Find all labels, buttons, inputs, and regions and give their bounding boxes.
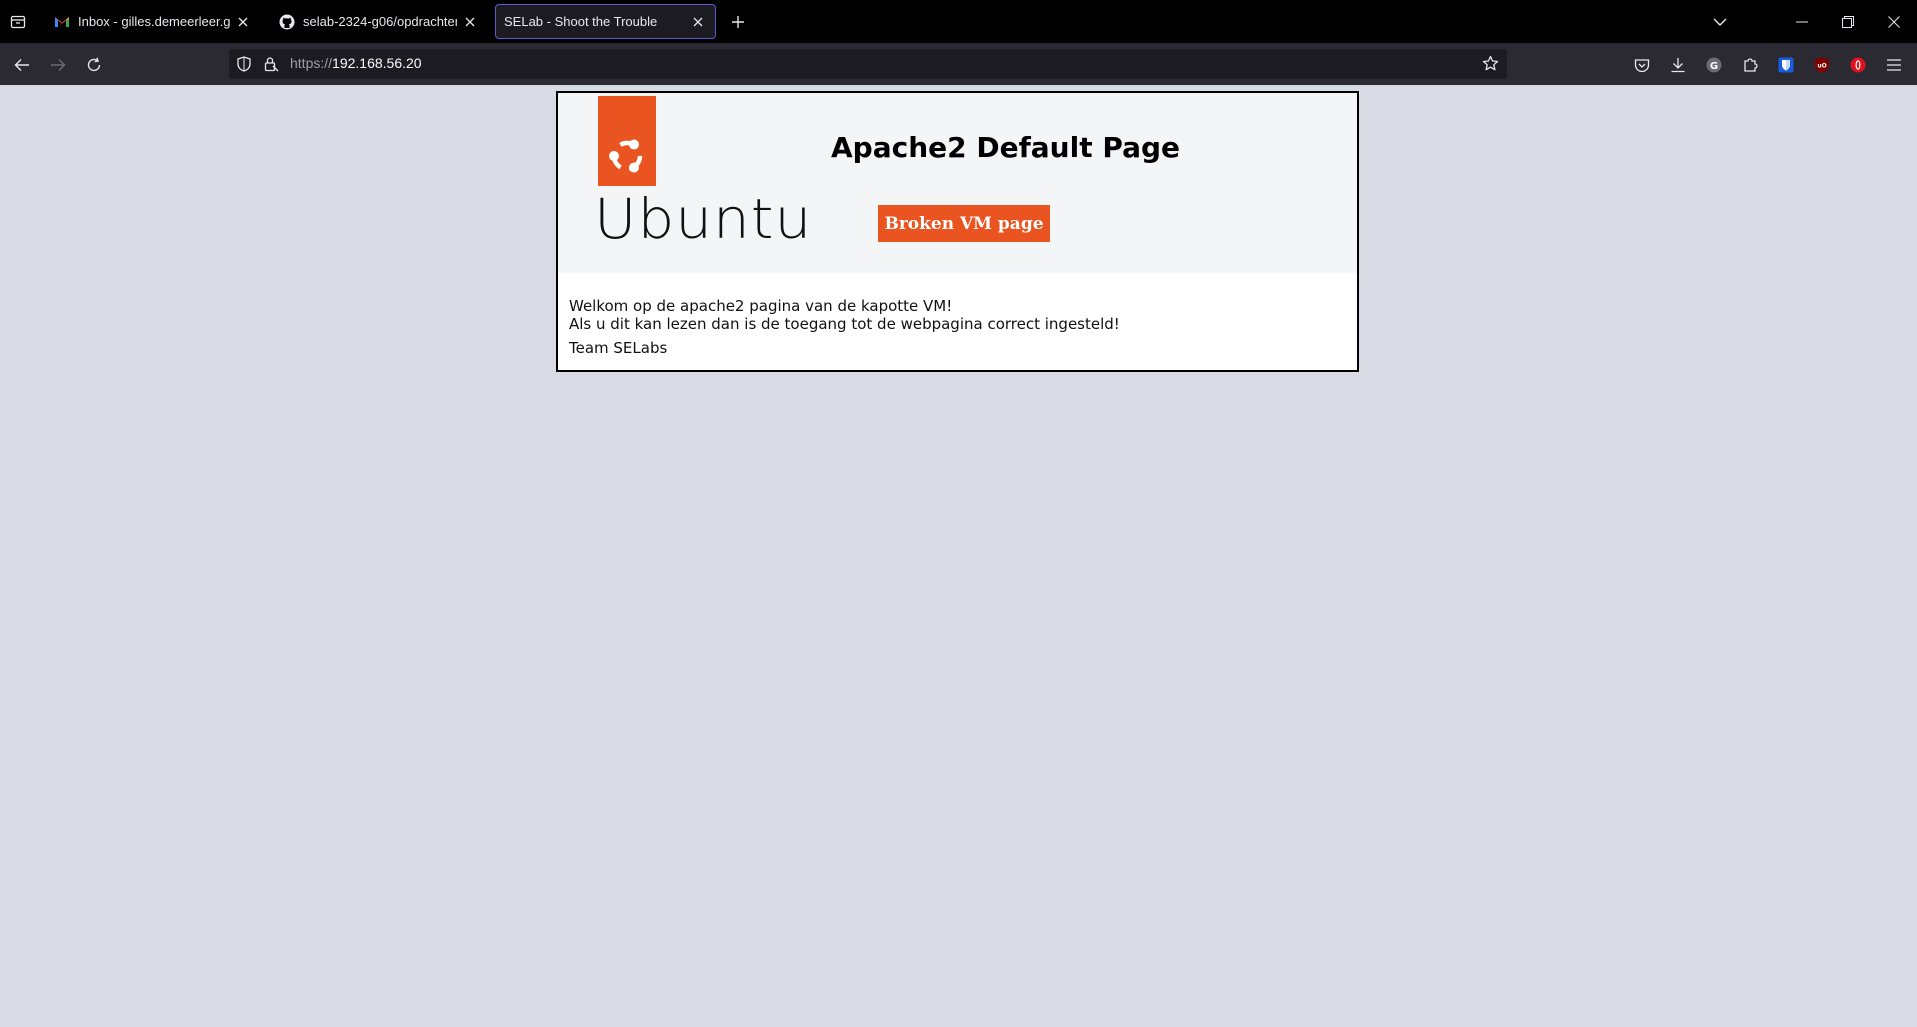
tab-gmail[interactable]: Inbox - gilles.demeerleer.gdm@: [46, 4, 260, 39]
close-tab-icon[interactable]: [461, 13, 479, 31]
tab-title: Inbox - gilles.demeerleer.gdm@: [78, 14, 230, 29]
minimize-icon: [1796, 21, 1808, 22]
close-icon: [1888, 15, 1900, 28]
shield-icon[interactable]: [237, 56, 251, 76]
url-host: 192.168.56.20: [332, 55, 422, 71]
tab-github[interactable]: selab-2324-g06/opdrachten/6-t: [271, 4, 487, 39]
grammarly-extension[interactable]: G: [1701, 52, 1727, 78]
firefox-view-icon: [10, 15, 26, 28]
url-bar[interactable]: https://192.168.56.20: [229, 49, 1507, 79]
grammarly-icon: G: [1706, 57, 1722, 73]
reload-button[interactable]: [81, 52, 107, 78]
github-icon: [279, 14, 295, 30]
access-text: Als u dit kan lezen dan is de toegang to…: [569, 315, 1120, 333]
tab-bar: Inbox - gilles.demeerleer.gdm@ selab-232…: [0, 0, 1917, 43]
arrow-left-icon: [14, 59, 29, 71]
plus-icon: [732, 16, 744, 28]
gmail-icon: [54, 14, 70, 30]
minimize-button[interactable]: [1780, 0, 1824, 43]
pocket-icon: [1634, 58, 1650, 72]
list-all-tabs-button[interactable]: [1698, 0, 1742, 43]
bitwarden-extension[interactable]: [1773, 52, 1799, 78]
downloads-button[interactable]: [1665, 52, 1691, 78]
firefox-view-button[interactable]: [0, 0, 36, 43]
extensions-button[interactable]: [1737, 52, 1763, 78]
new-tab-button[interactable]: [726, 10, 750, 34]
close-window-button[interactable]: [1872, 0, 1916, 43]
tab-selab-active[interactable]: SELab - Shoot the Trouble: [495, 4, 716, 39]
restore-icon: [1842, 15, 1854, 28]
forward-button[interactable]: [45, 52, 71, 78]
welcome-text: Welkom op de apache2 pagina van de kapot…: [569, 297, 953, 315]
ubuntu-logo-text: Ubuntu: [594, 186, 813, 252]
arrow-right-icon: [51, 59, 66, 71]
puzzle-icon: [1744, 58, 1758, 72]
back-button[interactable]: [9, 52, 35, 78]
url-text[interactable]: https://192.168.56.20: [290, 55, 422, 71]
download-icon: [1671, 58, 1685, 73]
main-page-box: Ubuntu Apache2 Default Page Broken VM pa…: [556, 91, 1359, 372]
bitwarden-icon: [1778, 57, 1794, 73]
close-tab-icon[interactable]: [234, 13, 252, 31]
page-content: Ubuntu Apache2 Default Page Broken VM pa…: [0, 85, 1917, 1027]
restore-button[interactable]: [1826, 0, 1870, 43]
broken-vm-page-button[interactable]: Broken VM page: [878, 205, 1050, 242]
opera-icon: [1850, 57, 1866, 73]
opera-extension[interactable]: [1845, 52, 1871, 78]
lock-icon[interactable]: [263, 56, 279, 76]
url-scheme: https://: [290, 55, 333, 71]
pocket-button[interactable]: [1629, 52, 1655, 78]
app-menu-button[interactable]: [1881, 52, 1907, 78]
tab-title: SELab - Shoot the Trouble: [504, 14, 658, 29]
page-body: Welkom op de apache2 pagina van de kapot…: [569, 297, 1120, 357]
ubuntu-logo-icon: [598, 96, 656, 186]
navigation-toolbar: https://192.168.56.20 G uO: [0, 43, 1917, 85]
reload-icon: [87, 57, 101, 72]
ublock-origin-extension[interactable]: uO: [1809, 52, 1835, 78]
ublock-origin-icon: uO: [1815, 57, 1829, 73]
bookmark-star-icon[interactable]: [1482, 55, 1499, 76]
page-header: Ubuntu Apache2 Default Page Broken VM pa…: [558, 93, 1357, 273]
hamburger-menu-icon: [1887, 59, 1901, 71]
svg-text:uO: uO: [1817, 63, 1826, 70]
page-title: Apache2 Default Page: [831, 131, 1181, 164]
close-tab-icon[interactable]: [689, 13, 707, 31]
svg-text:G: G: [1710, 61, 1718, 72]
team-signature: Team SELabs: [569, 339, 668, 357]
tab-title: selab-2324-g06/opdrachten/6-t: [303, 14, 457, 29]
chevron-down-icon: [1713, 18, 1727, 26]
